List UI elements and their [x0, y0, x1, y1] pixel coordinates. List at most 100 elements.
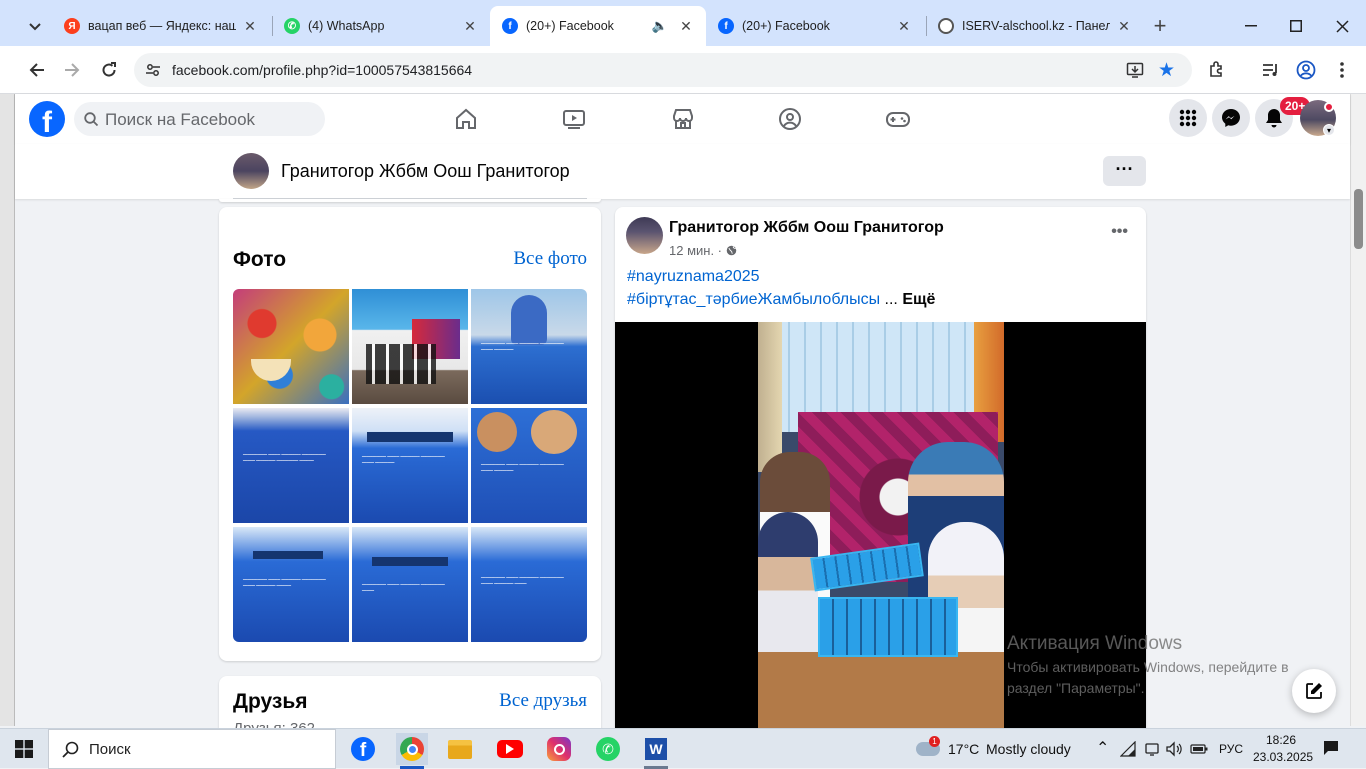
table-shape	[758, 652, 1004, 737]
photo-thumbnail[interactable]: ━━━━━━━━━━ ━━━━━ ━━━━━━━━ ━━━━━━━━━━ ━━━…	[471, 289, 587, 404]
photo-caption-art: ━━━━━━━━━━ ━━━━━ ━━━━━━━━ ━━━━━━━━━━ ━━━…	[481, 462, 564, 473]
page-title[interactable]: Гранитогор Жббм Оош Гранитогор	[281, 161, 570, 182]
weather-description: Mostly cloudy	[986, 741, 1071, 757]
photo-caption-art: ━━━━━━━━━━ ━━━━━ ━━━━━━━━ ━━━━━━━━━━ ━━━…	[243, 577, 326, 588]
photo-thumbnail[interactable]: ━━━━━━━━━━ ━━━━━ ━━━━━━━━ ━━━━━━━━━━ ━━━…	[471, 527, 587, 642]
photo-thumbnail[interactable]: ━━━━━━━━━━ ━━━━━ ━━━━━━━━ ━━━━━━━━━━ ━━━…	[352, 527, 468, 642]
clock-date[interactable]: 23.03.2025	[1253, 750, 1313, 764]
page-more-button[interactable]: ···	[1103, 156, 1146, 186]
reading-list-button[interactable]	[1257, 56, 1285, 84]
nav-marketplace-button[interactable]	[669, 105, 697, 133]
close-icon[interactable]: ✕	[242, 18, 258, 35]
tab-iserv[interactable]: ISERV-alschool.kz - Панель ✕	[926, 6, 1144, 46]
start-button[interactable]	[8, 733, 40, 765]
forward-button[interactable]	[58, 56, 86, 84]
photo-thumbnail[interactable]: ━━━━━━━━━━ ━━━━━ ━━━━━━━━ ━━━━━━━━━━ ━━━…	[233, 408, 349, 523]
post-timestamp[interactable]: 12 мин. ·	[669, 243, 737, 258]
clock-time[interactable]: 18:26	[1266, 733, 1296, 747]
volume-icon[interactable]	[1166, 741, 1182, 757]
bookmark-star-icon[interactable]: ★	[1158, 59, 1175, 82]
taskbar-file-explorer[interactable]	[444, 733, 476, 765]
url-text[interactable]: facebook.com/profile.php?id=100057543815…	[172, 62, 472, 78]
close-icon[interactable]: ✕	[1116, 18, 1132, 35]
groups-icon	[779, 108, 801, 130]
battery-icon[interactable]	[1190, 743, 1208, 755]
close-window-button[interactable]	[1328, 12, 1356, 40]
tab-search-button[interactable]	[21, 13, 49, 41]
close-icon[interactable]: ✕	[462, 18, 478, 35]
notification-center-button[interactable]	[1322, 739, 1342, 759]
all-photos-link[interactable]: Все фото	[513, 248, 587, 270]
reload-button[interactable]	[95, 56, 123, 84]
facebook-search-input[interactable]: Поиск на Facebook	[74, 102, 325, 136]
new-message-button[interactable]	[1292, 669, 1336, 713]
tab-facebook-active[interactable]: f (20+) Facebook 🔈 ✕	[490, 6, 706, 46]
tab-yandex[interactable]: Я вацап веб — Яндекс: нашл ✕	[52, 6, 270, 46]
minimize-button[interactable]	[1237, 12, 1265, 40]
marketplace-icon	[673, 109, 693, 129]
see-more-link[interactable]: Ещё	[902, 291, 935, 308]
taskbar-chrome[interactable]	[396, 733, 428, 765]
new-tab-button[interactable]: +	[1146, 12, 1174, 40]
taskbar-youtube[interactable]	[494, 733, 526, 765]
globe-icon	[726, 245, 736, 256]
taskbar-word[interactable]: W	[640, 733, 672, 765]
account-chevron-icon[interactable]: ▾	[1323, 124, 1335, 136]
install-app-icon[interactable]	[1126, 61, 1144, 84]
taskbar-whatsapp[interactable]: ✆	[592, 733, 624, 765]
weather-widget[interactable]: 1 17°C Mostly cloudy	[914, 729, 1080, 769]
site-settings-icon[interactable]	[145, 62, 161, 83]
nav-video-button[interactable]	[560, 105, 588, 133]
vpn-icon[interactable]	[1144, 741, 1160, 757]
page-avatar[interactable]	[233, 153, 269, 189]
facebook-logo[interactable]: f	[29, 101, 65, 137]
profile-button[interactable]	[1292, 56, 1320, 84]
photo-thumbnail[interactable]: ━━━━━━━━━━ ━━━━━ ━━━━━━━━ ━━━━━━━━━━ ━━━…	[233, 527, 349, 642]
scrollbar-thumb[interactable]	[1354, 189, 1363, 249]
close-icon[interactable]: ✕	[678, 18, 694, 35]
photo-thumbnail[interactable]: ━━━━━━━━━━ ━━━━━ ━━━━━━━━ ━━━━━━━━━━ ━━━…	[471, 408, 587, 523]
friends-card: Друзья Все друзья Друзья: 362	[219, 676, 601, 737]
post-time[interactable]: 12 мин. ·	[669, 243, 722, 258]
photo-thumbnail[interactable]: ━━━━━━━━━━ ━━━━━ ━━━━━━━━ ━━━━━━━━━━ ━━━…	[352, 408, 468, 523]
taskbar-instagram[interactable]	[543, 733, 575, 765]
post-author-name[interactable]: Гранитогор Жббм Оош Гранитогор	[669, 219, 944, 237]
taskbar-search-box[interactable]: Поиск	[48, 729, 336, 769]
arrow-right-icon	[65, 63, 80, 77]
browser-tab-strip: Я вацап веб — Яндекс: нашл ✕ ✆ (4) Whats…	[0, 0, 1366, 46]
whatsapp-icon: ✆	[284, 18, 300, 34]
nav-home-button[interactable]	[452, 105, 480, 133]
hashtag-link[interactable]: #nayruznama2025	[627, 268, 760, 286]
page-scrollbar[interactable]	[1350, 94, 1366, 726]
card-bottom-edge	[219, 199, 601, 202]
photo-thumbnail[interactable]	[233, 289, 349, 404]
back-button[interactable]	[23, 56, 51, 84]
bell-icon	[1266, 109, 1282, 128]
menu-button[interactable]	[1169, 99, 1207, 137]
maximize-button[interactable]	[1282, 12, 1310, 40]
extensions-button[interactable]	[1203, 56, 1231, 84]
input-language[interactable]: РУС	[1219, 742, 1243, 756]
tab-facebook[interactable]: f (20+) Facebook ✕	[706, 6, 924, 46]
taskbar-facebook[interactable]: f	[347, 733, 379, 765]
tab-whatsapp[interactable]: ✆ (4) WhatsApp ✕	[272, 6, 490, 46]
network-icon[interactable]	[1120, 741, 1136, 757]
close-icon[interactable]: ✕	[896, 18, 912, 35]
background-window-edge	[0, 94, 15, 726]
photo-thumbnail[interactable]	[352, 289, 468, 404]
all-friends-link[interactable]: Все друзья	[499, 690, 587, 712]
speaker-icon[interactable]: 🔈	[652, 18, 668, 34]
nav-gaming-button[interactable]	[884, 105, 912, 133]
curtain-left	[758, 322, 782, 472]
post-author-avatar[interactable]	[626, 217, 663, 254]
messenger-button[interactable]	[1212, 99, 1250, 137]
hashtag-link[interactable]: #біртұтас_тәрбиеЖамбылоблысы	[627, 291, 880, 308]
panel-table-shape	[372, 557, 448, 566]
tray-overflow-icon[interactable]: ⌃	[1096, 738, 1109, 758]
chrome-menu-button[interactable]	[1328, 56, 1356, 84]
nav-groups-button[interactable]	[776, 105, 804, 133]
search-placeholder: Поиск на Facebook	[105, 110, 256, 129]
post-options-button[interactable]: •••	[1111, 223, 1128, 241]
panel-table-shape	[367, 432, 453, 442]
address-bar[interactable]: facebook.com/profile.php?id=100057543815…	[134, 53, 1192, 87]
